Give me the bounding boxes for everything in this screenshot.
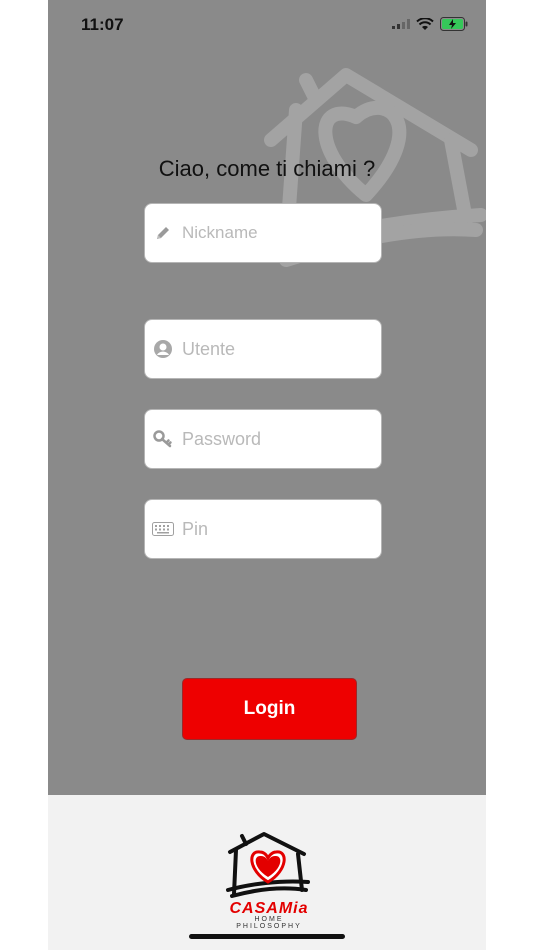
login-button[interactable]: Login bbox=[182, 678, 357, 740]
nickname-input[interactable] bbox=[180, 222, 374, 244]
status-bar: 11:07 bbox=[48, 0, 486, 50]
pin-input[interactable] bbox=[180, 517, 374, 541]
keyboard-icon bbox=[152, 518, 174, 540]
user-field[interactable] bbox=[144, 319, 382, 379]
password-field[interactable] bbox=[144, 409, 382, 469]
battery-charging-icon bbox=[440, 17, 468, 31]
status-icons bbox=[392, 17, 468, 31]
brand-tagline: HOME PHILOSOPHY bbox=[236, 916, 302, 930]
user-circle-icon bbox=[152, 338, 174, 360]
user-input[interactable] bbox=[180, 337, 374, 361]
nickname-field[interactable] bbox=[144, 203, 382, 263]
signal-icon bbox=[392, 19, 410, 29]
brand-logo: CASAMia HOME PHILOSOPHY bbox=[221, 900, 317, 930]
pencil-icon bbox=[152, 222, 174, 244]
password-input[interactable] bbox=[180, 427, 374, 451]
status-time: 11:07 bbox=[81, 15, 124, 34]
home-indicator[interactable] bbox=[189, 934, 345, 939]
greeting-title: Ciao, come ti chiami ? bbox=[158, 156, 376, 181]
app-screen: 11:07 Ciao, come ti chiami ? Nickname Ut… bbox=[48, 0, 486, 950]
house-heart-logo-icon bbox=[226, 832, 310, 898]
key-icon bbox=[152, 428, 174, 450]
login-panel: 11:07 Ciao, come ti chiami ? Nickname Ut… bbox=[48, 0, 486, 795]
wifi-icon bbox=[416, 17, 434, 30]
pin-field[interactable] bbox=[144, 499, 382, 559]
